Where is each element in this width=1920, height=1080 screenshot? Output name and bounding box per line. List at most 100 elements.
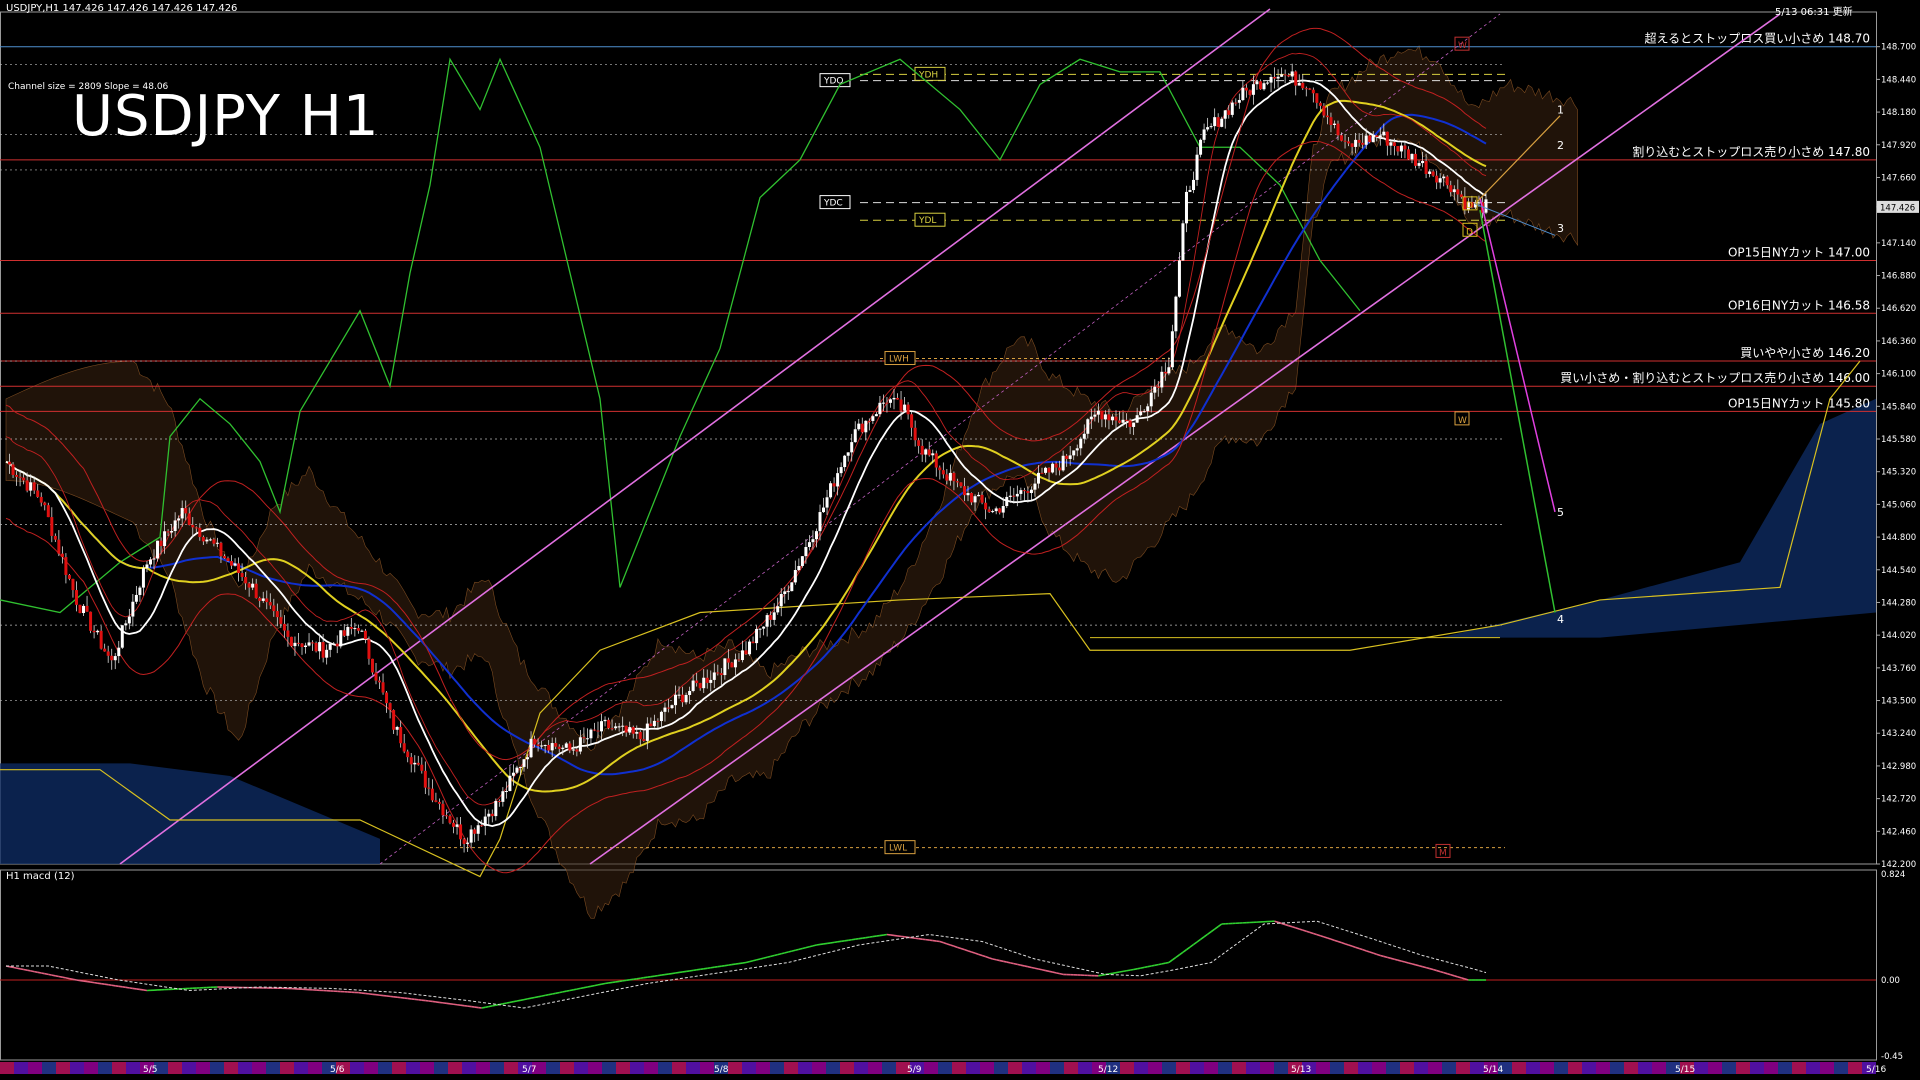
date-strip-segment (966, 1062, 980, 1074)
candle-body (1332, 123, 1336, 125)
candle-body (1181, 223, 1185, 261)
macd-line (1344, 943, 1349, 946)
macd-line (872, 935, 877, 938)
candle-body (258, 597, 262, 601)
y-tick-label: 142.720 (1881, 795, 1916, 805)
macd-line (1041, 968, 1046, 972)
candle-body (487, 813, 491, 817)
candle-body (540, 745, 544, 747)
candle-body (74, 590, 78, 605)
date-strip-segment (1764, 1062, 1778, 1074)
candle-body (395, 726, 399, 730)
candle-body (289, 636, 293, 647)
candle-body (1308, 88, 1312, 90)
macd-line (62, 976, 67, 979)
date-strip-segment (1442, 1062, 1456, 1074)
candle-body (1266, 82, 1270, 84)
date-strip-segment (350, 1062, 364, 1074)
macd-line (795, 948, 800, 952)
date-strip-segment (658, 1062, 672, 1074)
candle-body (1128, 420, 1132, 427)
candle-body (1484, 199, 1488, 213)
date-strip-segment (574, 1062, 588, 1074)
candle-body (1213, 117, 1217, 127)
candle-body (825, 497, 829, 508)
candle-body (113, 656, 117, 661)
macd-line (90, 981, 95, 984)
macd-line (1464, 978, 1469, 981)
candle-body (1082, 433, 1086, 439)
candle-body (663, 707, 667, 712)
candle-body (374, 672, 378, 681)
date-strip-segment (1008, 1062, 1022, 1074)
tag-label: YDC (823, 199, 843, 209)
candle-body (363, 630, 367, 640)
candle-body (1428, 171, 1432, 174)
candle-body (642, 739, 646, 741)
date-strip-segment (1372, 1062, 1386, 1074)
candle-body (1029, 489, 1033, 494)
candle-body (1280, 74, 1284, 77)
candle-body (561, 747, 565, 749)
candle-body (543, 744, 547, 746)
macd-line (1415, 964, 1420, 967)
macd-line (1217, 923, 1223, 928)
date-strip-segment (476, 1062, 490, 1074)
candle-body (156, 540, 160, 559)
candle-body (822, 507, 826, 513)
candle-body (504, 791, 508, 793)
candle-body (712, 672, 716, 680)
date-strip-segment (462, 1062, 476, 1074)
candle-body (1044, 467, 1048, 473)
candle-body (970, 493, 974, 503)
macd-line (1133, 968, 1138, 971)
macd-line (1189, 943, 1194, 948)
candle-body (1435, 175, 1439, 183)
candle-body (1392, 142, 1396, 146)
macd-line (1390, 957, 1395, 961)
candle-body (240, 573, 244, 577)
candle-body (483, 816, 487, 826)
candle-body (518, 766, 522, 768)
date-strip-segment (784, 1062, 798, 1074)
candle-body (1399, 145, 1403, 152)
candle-body (233, 563, 237, 566)
x-axis-label: 5/13 (1291, 1065, 1311, 1075)
candle-body (557, 746, 561, 749)
macd-line (16, 967, 21, 970)
candle-body (1089, 416, 1093, 420)
candle-body (370, 658, 374, 673)
candle-body (1283, 74, 1287, 76)
candle-body (261, 598, 265, 601)
macd-line (580, 986, 585, 990)
candle-body (11, 464, 15, 475)
candle-body (1442, 176, 1446, 179)
candle-body (1315, 93, 1319, 103)
candle-body (8, 461, 12, 465)
candle-body (1167, 367, 1171, 374)
candle-body (934, 453, 938, 468)
y-tick-label: 144.800 (1881, 533, 1916, 543)
candle-body (931, 453, 935, 456)
candle-body (1449, 185, 1453, 193)
macd-line (1178, 951, 1184, 956)
candle-body (550, 743, 554, 751)
date-strip-segment (1204, 1062, 1218, 1074)
candle-body (864, 420, 868, 433)
candle-body (899, 399, 903, 411)
candle-body (645, 723, 649, 741)
macd-line (685, 970, 690, 973)
candle-body (1149, 392, 1153, 407)
candle-body (1318, 102, 1322, 106)
candle-body (1206, 127, 1210, 130)
macd-line (129, 987, 133, 990)
candle-body (247, 583, 251, 588)
order-level-label: OP15日NYカット 145.80 (1728, 396, 1870, 410)
candle-body (490, 813, 494, 817)
candle-body (906, 404, 910, 415)
candle-body (251, 583, 255, 588)
macd-line (9, 965, 14, 969)
macd-line (1397, 959, 1402, 962)
candle-body (402, 743, 406, 752)
macd-line (76, 979, 81, 982)
